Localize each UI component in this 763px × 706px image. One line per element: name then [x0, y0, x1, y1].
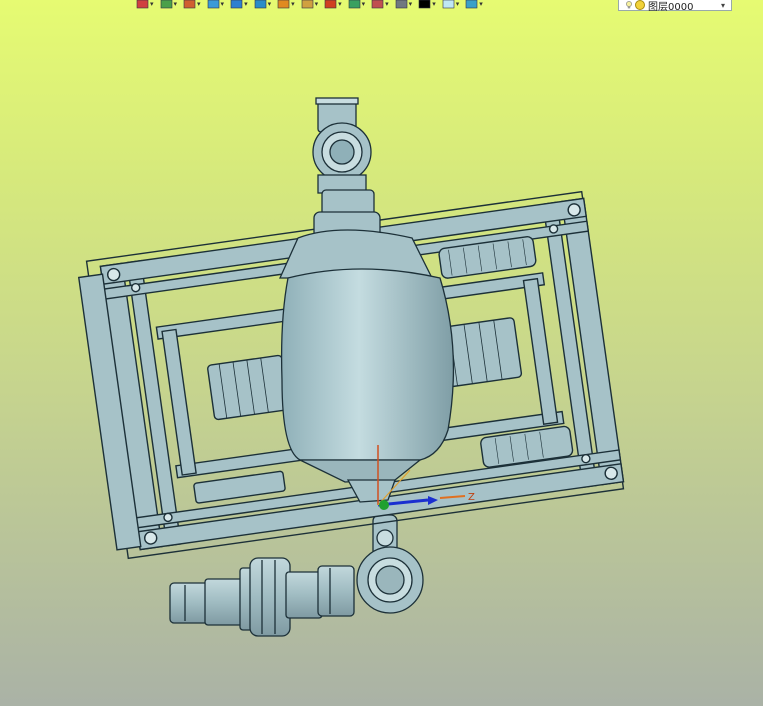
chevron-down-icon[interactable]: ▾ [268, 1, 272, 8]
triad-axis-label: Z [468, 492, 475, 503]
chevron-down-icon[interactable]: ▾ [385, 1, 389, 8]
layer-sheets-button[interactable]: ▾ [465, 0, 483, 10]
chevron-down-icon[interactable]: ▾ [721, 1, 725, 10]
layers-stack-button[interactable]: ▾ [160, 0, 178, 10]
layer-sheets-icon [465, 0, 478, 9]
chevron-down-icon[interactable]: ▾ [221, 1, 225, 8]
assembly-cubes-icon [254, 0, 266, 9]
chevron-down-icon[interactable]: ▾ [409, 1, 413, 8]
sketch-pencil-button[interactable]: ▾ [183, 0, 201, 10]
pivot-point-button[interactable]: ▾ [324, 0, 342, 10]
chevron-down-icon[interactable]: ▾ [244, 1, 248, 8]
bottom-eye-joint [356, 514, 424, 614]
chevron-down-icon[interactable]: ▾ [174, 1, 178, 8]
layer-dropdown[interactable]: 图层0000 ▾ [618, 0, 732, 13]
solid-box-button[interactable]: ▾ [207, 0, 225, 10]
layer-status-icon [635, 0, 645, 10]
top-valve [278, 97, 434, 279]
render-shading-icon [277, 0, 290, 9]
lightbulb-icon [626, 1, 632, 9]
black-square-icon [418, 0, 431, 9]
page-document-icon [348, 0, 360, 9]
layers-stack-icon [160, 0, 172, 9]
page-document-button[interactable]: ▾ [348, 0, 366, 10]
sketch-pencil-icon [183, 0, 196, 9]
image-frame-icon [301, 0, 313, 9]
central-pressure-vessel [280, 268, 455, 503]
chevron-down-icon[interactable]: ▾ [479, 1, 483, 8]
clipboard-button[interactable]: ▾ [371, 0, 389, 10]
chevron-down-icon[interactable]: ▾ [456, 1, 460, 8]
chevron-down-icon[interactable]: ▾ [315, 1, 319, 8]
chevron-down-icon[interactable]: ▾ [291, 1, 295, 8]
light-panel-icon [442, 0, 455, 9]
blue-cube-button[interactable]: ▾ [230, 0, 248, 10]
assembly-cubes-button[interactable]: ▾ [254, 0, 272, 10]
cylinder-button[interactable]: ▾ [395, 0, 413, 10]
chevron-down-icon[interactable]: ▾ [197, 1, 201, 8]
insert-component-button[interactable]: ▾ [136, 0, 154, 10]
layer-label: 图层0000 [648, 1, 694, 13]
image-frame-button[interactable]: ▾ [301, 0, 319, 10]
blue-cube-icon [230, 0, 243, 9]
pivot-point-icon [324, 0, 337, 9]
chevron-down-icon[interactable]: ▾ [338, 1, 342, 8]
render-shading-button[interactable]: ▾ [277, 0, 295, 10]
black-square-button[interactable]: ▾ [418, 0, 436, 10]
shaft-assembly [169, 557, 355, 637]
chevron-down-icon[interactable]: ▾ [432, 1, 436, 8]
clipboard-icon [371, 0, 384, 9]
insert-component-icon [136, 0, 149, 9]
cylinder-icon [395, 0, 407, 9]
solid-box-icon [207, 0, 219, 9]
light-panel-button[interactable]: ▾ [442, 0, 460, 10]
3d-model-viewport[interactable]: Z [0, 0, 763, 706]
chevron-down-icon[interactable]: ▾ [150, 1, 154, 8]
chevron-down-icon[interactable]: ▾ [362, 1, 366, 8]
